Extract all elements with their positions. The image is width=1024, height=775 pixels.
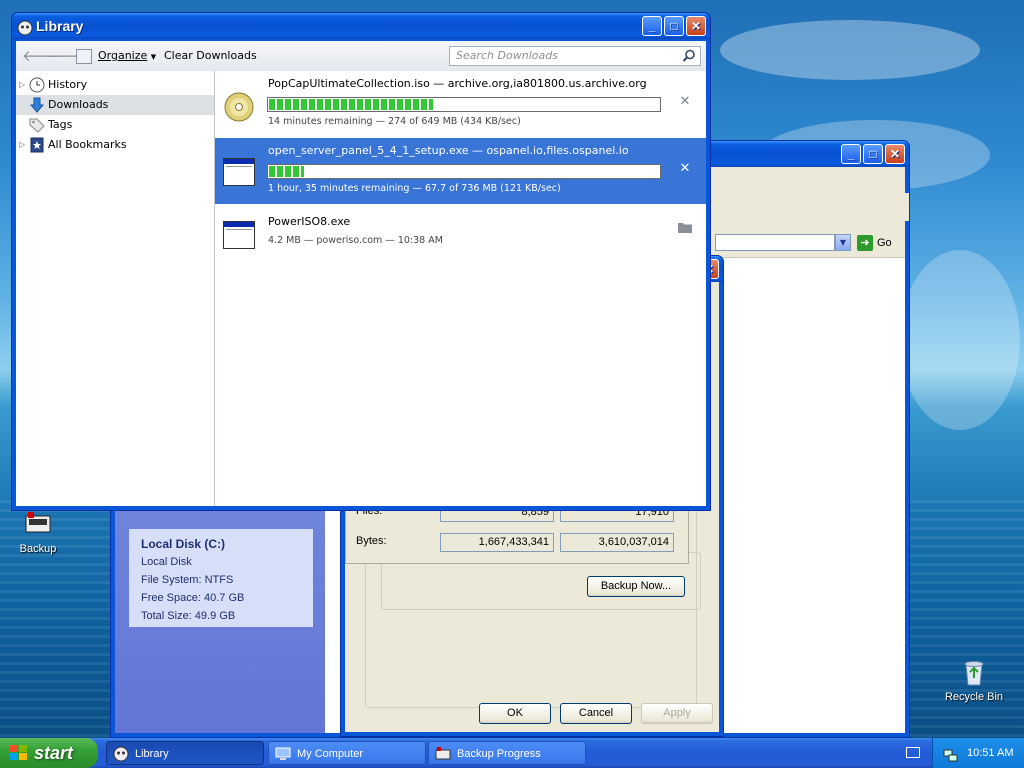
bytes-label: Bytes: [356,535,387,547]
library-sidebar: ▷ History Downloads Tags ▷ All Bookmarks [16,71,215,506]
windows-flag-icon [10,745,28,761]
sidebar-item-label: All Bookmarks [48,138,127,151]
download-item[interactable]: PowerISO8.exe 4.2 MB — poweriso.com — 10… [215,205,706,271]
maximize-button[interactable]: □ [863,144,883,164]
cancel-button[interactable]: Cancel [560,703,632,724]
ok-button[interactable]: OK [479,703,551,724]
folder-icon[interactable] [678,221,692,235]
sidebar-item-all-bookmarks[interactable]: ▷ All Bookmarks [16,135,214,155]
backup-now-button[interactable]: Backup Now... [587,576,685,597]
progress-fill [269,99,433,110]
clock-icon [29,77,45,93]
download-name: open_server_panel_5_4_1_setup.exe — ospa… [268,144,629,157]
recycle-bin-icon [958,656,990,688]
downloads-list: PopCapUltimateCollection.iso — archive.o… [215,71,706,506]
taskbar-item-backup-progress[interactable]: Backup Progress [428,741,586,765]
address-input[interactable] [715,234,835,251]
expand-triangle-icon[interactable]: ▷ [19,135,27,155]
system-tray: 10:51 AM [932,738,1024,768]
cancel-download-icon[interactable]: ✕ [678,95,692,109]
details-line: Local Disk [141,556,192,568]
download-progress-bar [267,97,661,112]
library-titlebar[interactable]: Library _ □ ✕ [12,13,710,39]
organize-icon [76,48,92,64]
download-arrow-icon [29,97,45,113]
computer-icon [275,746,291,762]
chevron-down-icon[interactable]: ▼ [835,234,851,251]
search-icon [682,49,696,63]
cloud [720,20,980,80]
minimize-button[interactable]: _ [841,144,861,164]
back-arrow-icon[interactable]: 🡐 [22,47,62,65]
download-progress-bar [267,164,661,179]
details-panel: Local Disk (C:) Local Disk File System: … [129,529,313,627]
keyboard-icon[interactable] [906,747,920,758]
details-title: Local Disk (C:) [141,537,226,551]
sidebar-item-label: History [48,78,88,91]
forward-arrow-icon[interactable]: 🡒 [46,47,86,65]
details-line: Total Size: 49.9 GB [141,610,236,622]
taskbar-item-my-computer[interactable]: My Computer [268,741,426,765]
maximize-button[interactable]: □ [664,16,684,36]
sidebar-item-tags[interactable]: Tags [16,115,214,135]
bytes-done-value: 1,667,433,341 [440,533,554,552]
library-toolbar: 🡐 🡒 Organize ▼ Clear Downloads Search Do… [16,41,706,72]
taskbar-item-library[interactable]: Library [106,741,264,765]
start-button[interactable]: start [0,738,98,768]
go-button[interactable]: ➜ Go [857,234,917,252]
download-item[interactable]: open_server_panel_5_4_1_setup.exe — ospa… [215,138,706,204]
details-line: Free Space: 40.7 GB [141,592,245,604]
backup-icon [435,746,451,762]
exe-window-icon [223,158,255,190]
library-window: Library _ □ ✕ 🡐 🡒 Organize ▼ Clear Downl… [11,12,711,511]
exe-window-icon [223,221,255,253]
library-app-icon [17,18,33,36]
start-label: start [34,743,74,763]
cancel-download-icon[interactable]: ✕ [678,162,692,176]
download-status: 4.2 MB — poweriso.com — 10:38 AM [268,235,443,246]
bookmark-icon [29,137,45,153]
download-name: PowerISO8.exe [268,215,351,228]
sidebar-item-label: Tags [48,118,73,131]
sidebar-item-downloads[interactable]: Downloads [16,95,214,115]
bytes-total-value: 3,610,037,014 [560,533,674,552]
network-icon[interactable] [943,745,959,762]
library-client: 🡐 🡒 Organize ▼ Clear Downloads Search Do… [16,41,706,506]
desktop-icon-label: Backup [19,543,57,555]
go-arrow-icon: ➜ [857,235,873,252]
taskbar: start Library My Computer Backup Progres… [0,738,1024,768]
minimize-button[interactable]: _ [642,16,662,36]
organize-label: Organize [98,49,148,62]
close-button[interactable]: ✕ [686,16,706,36]
library-title: Library [36,18,84,34]
apply-button: Apply [641,703,713,724]
disc-icon [223,91,255,123]
download-item[interactable]: PopCapUltimateCollection.iso — archive.o… [215,71,706,137]
sidebar-item-history[interactable]: ▷ History [16,75,214,95]
dropdown-arrow-icon: ▼ [150,53,157,61]
tag-icon [29,117,45,133]
desktop-icon-recycle-bin[interactable]: Recycle Bin [939,656,1009,703]
cloud [900,250,1020,430]
download-status: 14 minutes remaining — 274 of 649 MB (43… [268,116,521,127]
library-app-icon [113,746,129,762]
desktop-icon-label: Recycle Bin [944,691,1004,703]
close-button[interactable]: ✕ [885,144,905,164]
backup-icon [22,508,54,540]
download-status: 1 hour, 35 minutes remaining — 67.7 of 7… [268,183,561,194]
search-input[interactable]: Search Downloads [449,46,701,66]
sidebar-item-label: Downloads [48,98,109,111]
details-line: File System: NTFS [141,574,234,586]
download-name: PopCapUltimateCollection.iso — archive.o… [268,77,647,90]
organize-menu[interactable]: Organize ▼ [76,41,156,71]
progress-fill [269,166,305,177]
clear-downloads-button[interactable]: Clear Downloads [164,41,257,71]
desktop-icon-backup[interactable]: Backup [3,508,73,555]
clock[interactable]: 10:51 AM [967,738,1013,768]
expand-triangle-icon[interactable]: ▷ [19,75,27,95]
